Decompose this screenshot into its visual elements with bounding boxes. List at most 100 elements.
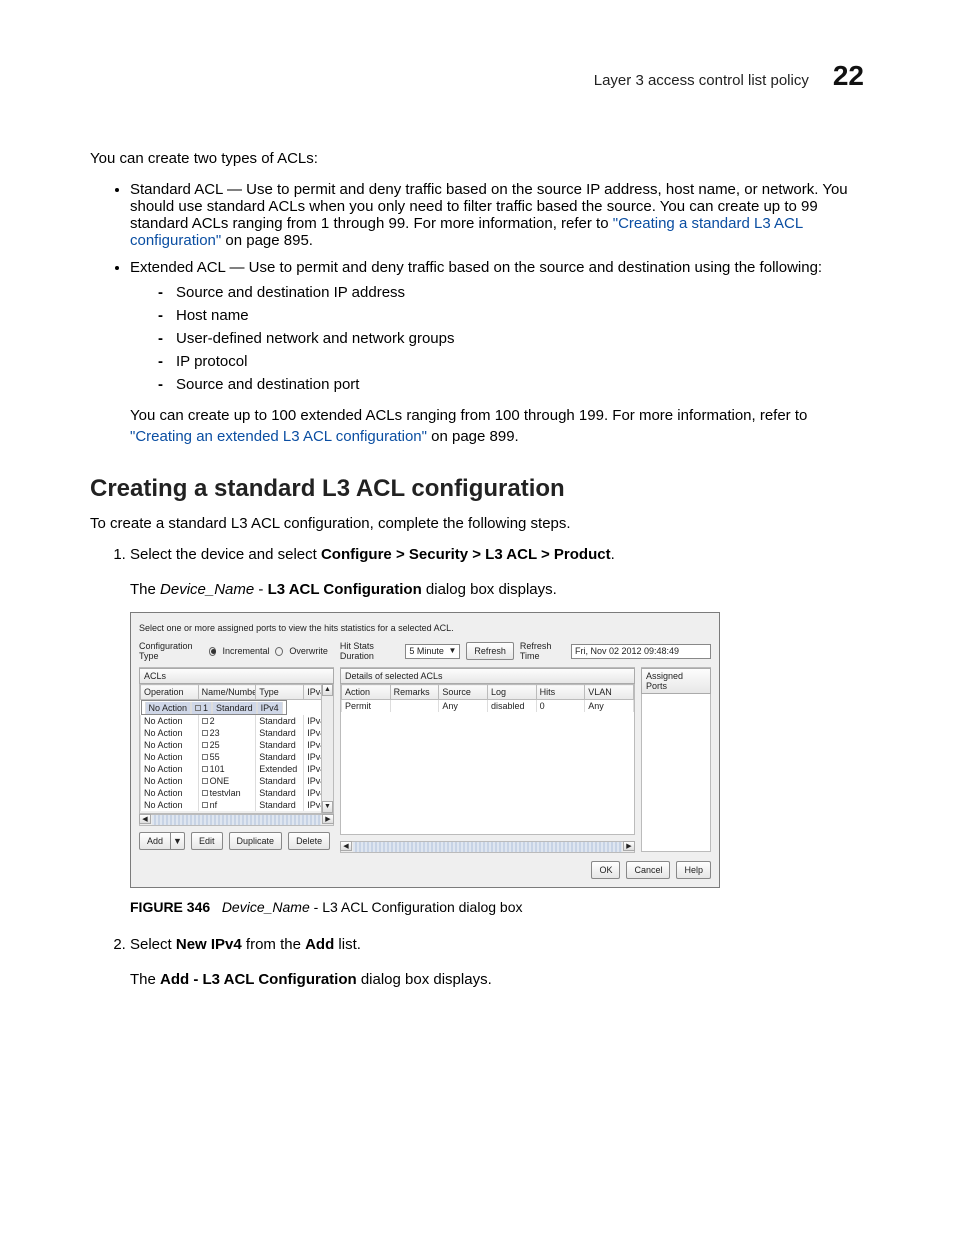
cell: 23 xyxy=(198,727,256,739)
step1-pre: Select the device and select xyxy=(130,546,321,563)
cell-text: testvlan xyxy=(210,788,241,798)
add-button-label: Add xyxy=(139,832,171,850)
edit-button[interactable]: Edit xyxy=(191,832,223,850)
step1-sub: The Device_Name - L3 ACL Configuration d… xyxy=(130,579,864,600)
add-button[interactable]: Add▼ xyxy=(139,832,185,850)
scroll-right-icon[interactable]: ▶ xyxy=(623,841,635,851)
bullet-extended-tail: You can create up to 100 extended ACLs r… xyxy=(130,405,864,447)
table-row[interactable]: No ActionONEStandardIPv4 xyxy=(141,775,333,787)
l3-acl-config-dialog: Select one or more assigned ports to vie… xyxy=(130,612,720,888)
col-log[interactable]: Log xyxy=(487,685,536,700)
add-dropdown-icon[interactable]: ▼ xyxy=(171,832,185,850)
cell xyxy=(390,700,439,713)
cell-text: 55 xyxy=(210,752,220,762)
cell: Standard xyxy=(256,715,304,727)
ext-tail-pre: You can create up to 100 extended ACLs r… xyxy=(130,407,807,424)
details-pane: Details of selected ACLs Action Remarks … xyxy=(340,667,635,853)
cell: No Action xyxy=(141,787,199,799)
cell: Standard xyxy=(256,787,304,799)
scrollbar-horizontal[interactable]: ◀▶ xyxy=(139,814,334,826)
table-row[interactable]: No Action25StandardIPv4 xyxy=(141,739,333,751)
cell: Standard xyxy=(256,727,304,739)
header-title: Layer 3 access control list policy xyxy=(594,72,809,89)
cell: Any xyxy=(439,700,488,713)
figure-caption: FIGURE 346 Device_Name - L3 ACL Configur… xyxy=(130,898,864,918)
col-remarks[interactable]: Remarks xyxy=(390,685,439,700)
cell: No Action xyxy=(141,775,199,787)
cancel-button[interactable]: Cancel xyxy=(626,861,670,879)
row-icon xyxy=(202,766,208,772)
scroll-left-icon[interactable]: ◀ xyxy=(139,814,151,824)
col-source[interactable]: Source xyxy=(439,685,488,700)
table-row[interactable]: No Action23StandardIPv4 xyxy=(141,727,333,739)
delete-button[interactable]: Delete xyxy=(288,832,330,850)
row-icon xyxy=(202,790,208,796)
details-header: Details of selected ACLs xyxy=(340,668,635,684)
cell: Standard xyxy=(212,702,257,714)
row-icon xyxy=(202,730,208,736)
acls-pane: ACLs Operation Name/Number Type IPv4 / xyxy=(139,667,334,853)
scroll-left-icon[interactable]: ◀ xyxy=(340,841,352,851)
duplicate-button[interactable]: Duplicate xyxy=(229,832,283,850)
col-action[interactable]: Action xyxy=(342,685,391,700)
cell-text: 2 xyxy=(210,716,215,726)
table-row[interactable]: No ActiontestvlanStandardIPv4 xyxy=(141,787,333,799)
cell: testvlan xyxy=(198,787,256,799)
table-row[interactable]: No Action55StandardIPv4 xyxy=(141,751,333,763)
scroll-thumb[interactable] xyxy=(353,842,622,852)
hit-duration-select[interactable]: 5 Minute ▼ xyxy=(405,644,460,659)
s2-add: Add xyxy=(305,936,334,953)
acl-type-list: Standard ACL — Use to permit and deny tr… xyxy=(90,181,864,447)
table-row[interactable]: Permit Any disabled 0 Any xyxy=(342,700,634,713)
scrollbar-vertical[interactable]: ▲▼ xyxy=(321,684,333,813)
s2s-pre: The xyxy=(130,971,160,988)
radio-incremental[interactable] xyxy=(209,647,217,656)
cell: ONE xyxy=(198,775,256,787)
refresh-button[interactable]: Refresh xyxy=(466,642,514,660)
s1s-mid: - xyxy=(254,581,267,598)
s1s-pre: The xyxy=(130,581,160,598)
cell: IPv4 xyxy=(257,702,283,714)
dialog-panes: ACLs Operation Name/Number Type IPv4 / xyxy=(139,667,711,853)
cell: nf xyxy=(198,799,256,811)
row-icon xyxy=(195,705,201,711)
scroll-up-icon[interactable]: ▲ xyxy=(322,684,333,696)
row-icon xyxy=(202,754,208,760)
scrollbar-horizontal[interactable]: ◀▶ xyxy=(340,841,635,853)
table-row[interactable]: No ActionnfStandardIPv4 xyxy=(141,799,333,811)
figure-device-name: Device_Name xyxy=(222,899,310,915)
help-button[interactable]: Help xyxy=(676,861,711,879)
scroll-right-icon[interactable]: ▶ xyxy=(322,814,334,824)
s2-post: list. xyxy=(334,936,361,953)
cell: No Action xyxy=(141,763,199,775)
table-row[interactable]: No Action1StandardIPv4 xyxy=(141,700,287,715)
col-name[interactable]: Name/Number xyxy=(198,685,256,700)
col-type[interactable]: Type xyxy=(256,685,304,700)
scroll-thumb[interactable] xyxy=(152,815,321,825)
refresh-time-label: Refresh Time xyxy=(520,641,565,661)
cell: 25 xyxy=(198,739,256,751)
cell: No Action xyxy=(141,715,199,727)
step1-post: . xyxy=(611,546,615,563)
cell: Permit xyxy=(342,700,391,713)
col-operation[interactable]: Operation xyxy=(141,685,199,700)
figure-346: Select one or more assigned ports to vie… xyxy=(130,612,864,888)
refresh-time-value: Fri, Nov 02 2012 09:48:49 xyxy=(571,644,711,659)
s2s-post: dialog box displays. xyxy=(357,971,492,988)
cell: disabled xyxy=(487,700,536,713)
acls-header-row: Operation Name/Number Type IPv4 / xyxy=(141,685,333,700)
details-header-row: Action Remarks Source Log Hits VLAN xyxy=(342,685,634,700)
ok-button[interactable]: OK xyxy=(591,861,620,879)
col-hits[interactable]: Hits xyxy=(536,685,585,700)
radio-overwrite[interactable] xyxy=(275,647,283,656)
details-empty xyxy=(341,712,634,834)
scroll-down-icon[interactable]: ▼ xyxy=(322,801,333,813)
cell: 0 xyxy=(536,700,585,713)
col-vlan[interactable]: VLAN xyxy=(585,685,634,700)
link-extended-acl[interactable]: "Creating an extended L3 ACL configurati… xyxy=(130,428,427,445)
row-icon xyxy=(202,778,208,784)
cell: 2 xyxy=(198,715,256,727)
hit-duration-value: 5 Minute xyxy=(409,646,444,656)
table-row[interactable]: No Action101ExtendedIPv4 xyxy=(141,763,333,775)
table-row[interactable]: No Action2StandardIPv4 xyxy=(141,715,333,727)
